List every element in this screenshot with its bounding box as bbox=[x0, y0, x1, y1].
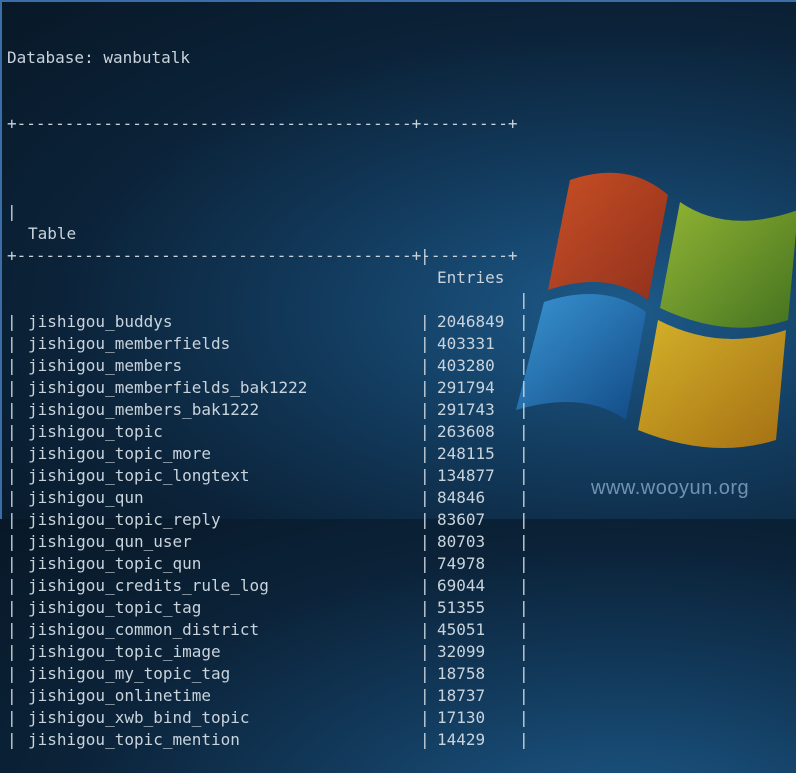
entries-cell: 403280 bbox=[437, 356, 495, 375]
table-row: | jishigou_topic_reply | 83607 | bbox=[7, 510, 529, 529]
entries-cell: 18737 bbox=[437, 686, 486, 705]
entries-cell: 74978 bbox=[437, 554, 486, 573]
entries-cell: 17130 bbox=[437, 708, 486, 727]
table-row: | jishigou_memberfields_bak1222 | 291794 | bbox=[7, 378, 529, 397]
table-row: | jishigou_common_district | 45051 | bbox=[7, 620, 529, 639]
table-name-cell: jishigou_common_district bbox=[28, 620, 260, 639]
table-row: | jishigou_members | 403280 | bbox=[7, 356, 529, 375]
entries-cell: 32099 bbox=[437, 642, 486, 661]
table-name-cell: jishigou_topic_image bbox=[28, 642, 221, 661]
entries-cell: 14429 bbox=[437, 730, 486, 749]
watermark-text: www.wooyun.org bbox=[591, 477, 750, 499]
entries-cell: 263608 bbox=[437, 422, 495, 441]
table-name-cell: jishigou_my_topic_tag bbox=[28, 664, 231, 683]
entries-cell: 403331 bbox=[437, 334, 495, 353]
table-row: | jishigou_qun | 84846 | bbox=[7, 488, 529, 507]
table-name-cell: jishigou_qun bbox=[28, 488, 144, 507]
table-name-cell: jishigou_memberfields bbox=[28, 334, 231, 353]
entries-cell: 51355 bbox=[437, 598, 486, 617]
column-header-entries: Entries bbox=[437, 268, 505, 287]
table-name-cell: jishigou_buddys bbox=[28, 312, 173, 331]
entries-cell: 248115 bbox=[437, 444, 495, 463]
table-row: | jishigou_topic_longtext | 134877 | bbox=[7, 466, 529, 485]
table-body: | jishigou_buddys | 2046849 | | jishigou_membe… bbox=[7, 311, 529, 751]
table-name-cell: jishigou_topic_tag bbox=[28, 598, 202, 617]
table-row: | jishigou_topic_tag | 51355 | bbox=[7, 598, 529, 617]
table-name-cell: jishigou_topic_longtext bbox=[28, 466, 250, 485]
entries-cell: 45051 bbox=[437, 620, 486, 639]
table-row: | jishigou_memberfields | 403331 | bbox=[7, 334, 529, 353]
table-name-cell: jishigou_credits_rule_log bbox=[28, 576, 269, 595]
column-header-table: Table bbox=[28, 224, 77, 243]
entries-cell: 83607 bbox=[437, 510, 486, 529]
table-row: | jishigou_topic_mention | 14429 | bbox=[7, 730, 529, 749]
entries-cell: 291743 bbox=[437, 400, 495, 419]
table-header-row: | Table | Entries | bbox=[7, 202, 529, 309]
table-name-cell: jishigou_memberfields_bak1222 bbox=[28, 378, 308, 397]
table-row: | jishigou_members_bak1222 | 291743 | bbox=[7, 400, 529, 419]
entries-cell: 80703 bbox=[437, 532, 486, 551]
table-row: | jishigou_onlinetime | 18737 | bbox=[7, 686, 529, 705]
table-name-cell: jishigou_topic_qun bbox=[28, 554, 202, 573]
table-row: | jishigou_credits_rule_log | 69044 | bbox=[7, 576, 529, 595]
table-name-cell: jishigou_topic_reply bbox=[28, 510, 221, 529]
table-name-cell: jishigou_members bbox=[28, 356, 183, 375]
table-name-cell: jishigou_qun_user bbox=[28, 532, 192, 551]
table-name-cell: jishigou_members_bak1222 bbox=[28, 400, 260, 419]
database-line: Database: wanbutalk bbox=[7, 48, 191, 67]
table-name-cell: jishigou_onlinetime bbox=[28, 686, 212, 705]
table-name-cell: jishigou_topic bbox=[28, 422, 163, 441]
entries-cell: 18758 bbox=[437, 664, 486, 683]
entries-cell: 69044 bbox=[437, 576, 486, 595]
table-row: | jishigou_xwb_bind_topic | 17130 | bbox=[7, 708, 529, 727]
table-row: | jishigou_topic_image | 32099 | bbox=[7, 642, 529, 661]
entries-cell: 291794 bbox=[437, 378, 495, 397]
table-row: | jishigou_qun_user | 80703 | bbox=[7, 532, 529, 551]
table-row: | jishigou_buddys | 2046849 | bbox=[7, 312, 529, 331]
table-row: | jishigou_topic_qun | 74978 | bbox=[7, 554, 529, 573]
table-border-top: +---------------------------------------… bbox=[7, 114, 518, 133]
entries-cell: 2046849 bbox=[437, 312, 505, 331]
terminal-output: Database: wanbutalk +-------------------… bbox=[7, 3, 529, 773]
table-border-header: +---------------------------------------… bbox=[7, 246, 518, 265]
table-name-cell: jishigou_topic_mention bbox=[28, 730, 240, 749]
table-name-cell: jishigou_xwb_bind_topic bbox=[28, 708, 250, 727]
table-row: | jishigou_topic_more | 248115 | bbox=[7, 444, 529, 463]
table-row: | jishigou_topic | 263608 | bbox=[7, 422, 529, 441]
entries-cell: 84846 bbox=[437, 488, 486, 507]
entries-cell: 134877 bbox=[437, 466, 495, 485]
table-row: | jishigou_my_topic_tag | 18758 | bbox=[7, 664, 529, 683]
windows-logo-wallpaper bbox=[516, 172, 796, 448]
table-name-cell: jishigou_topic_more bbox=[28, 444, 212, 463]
